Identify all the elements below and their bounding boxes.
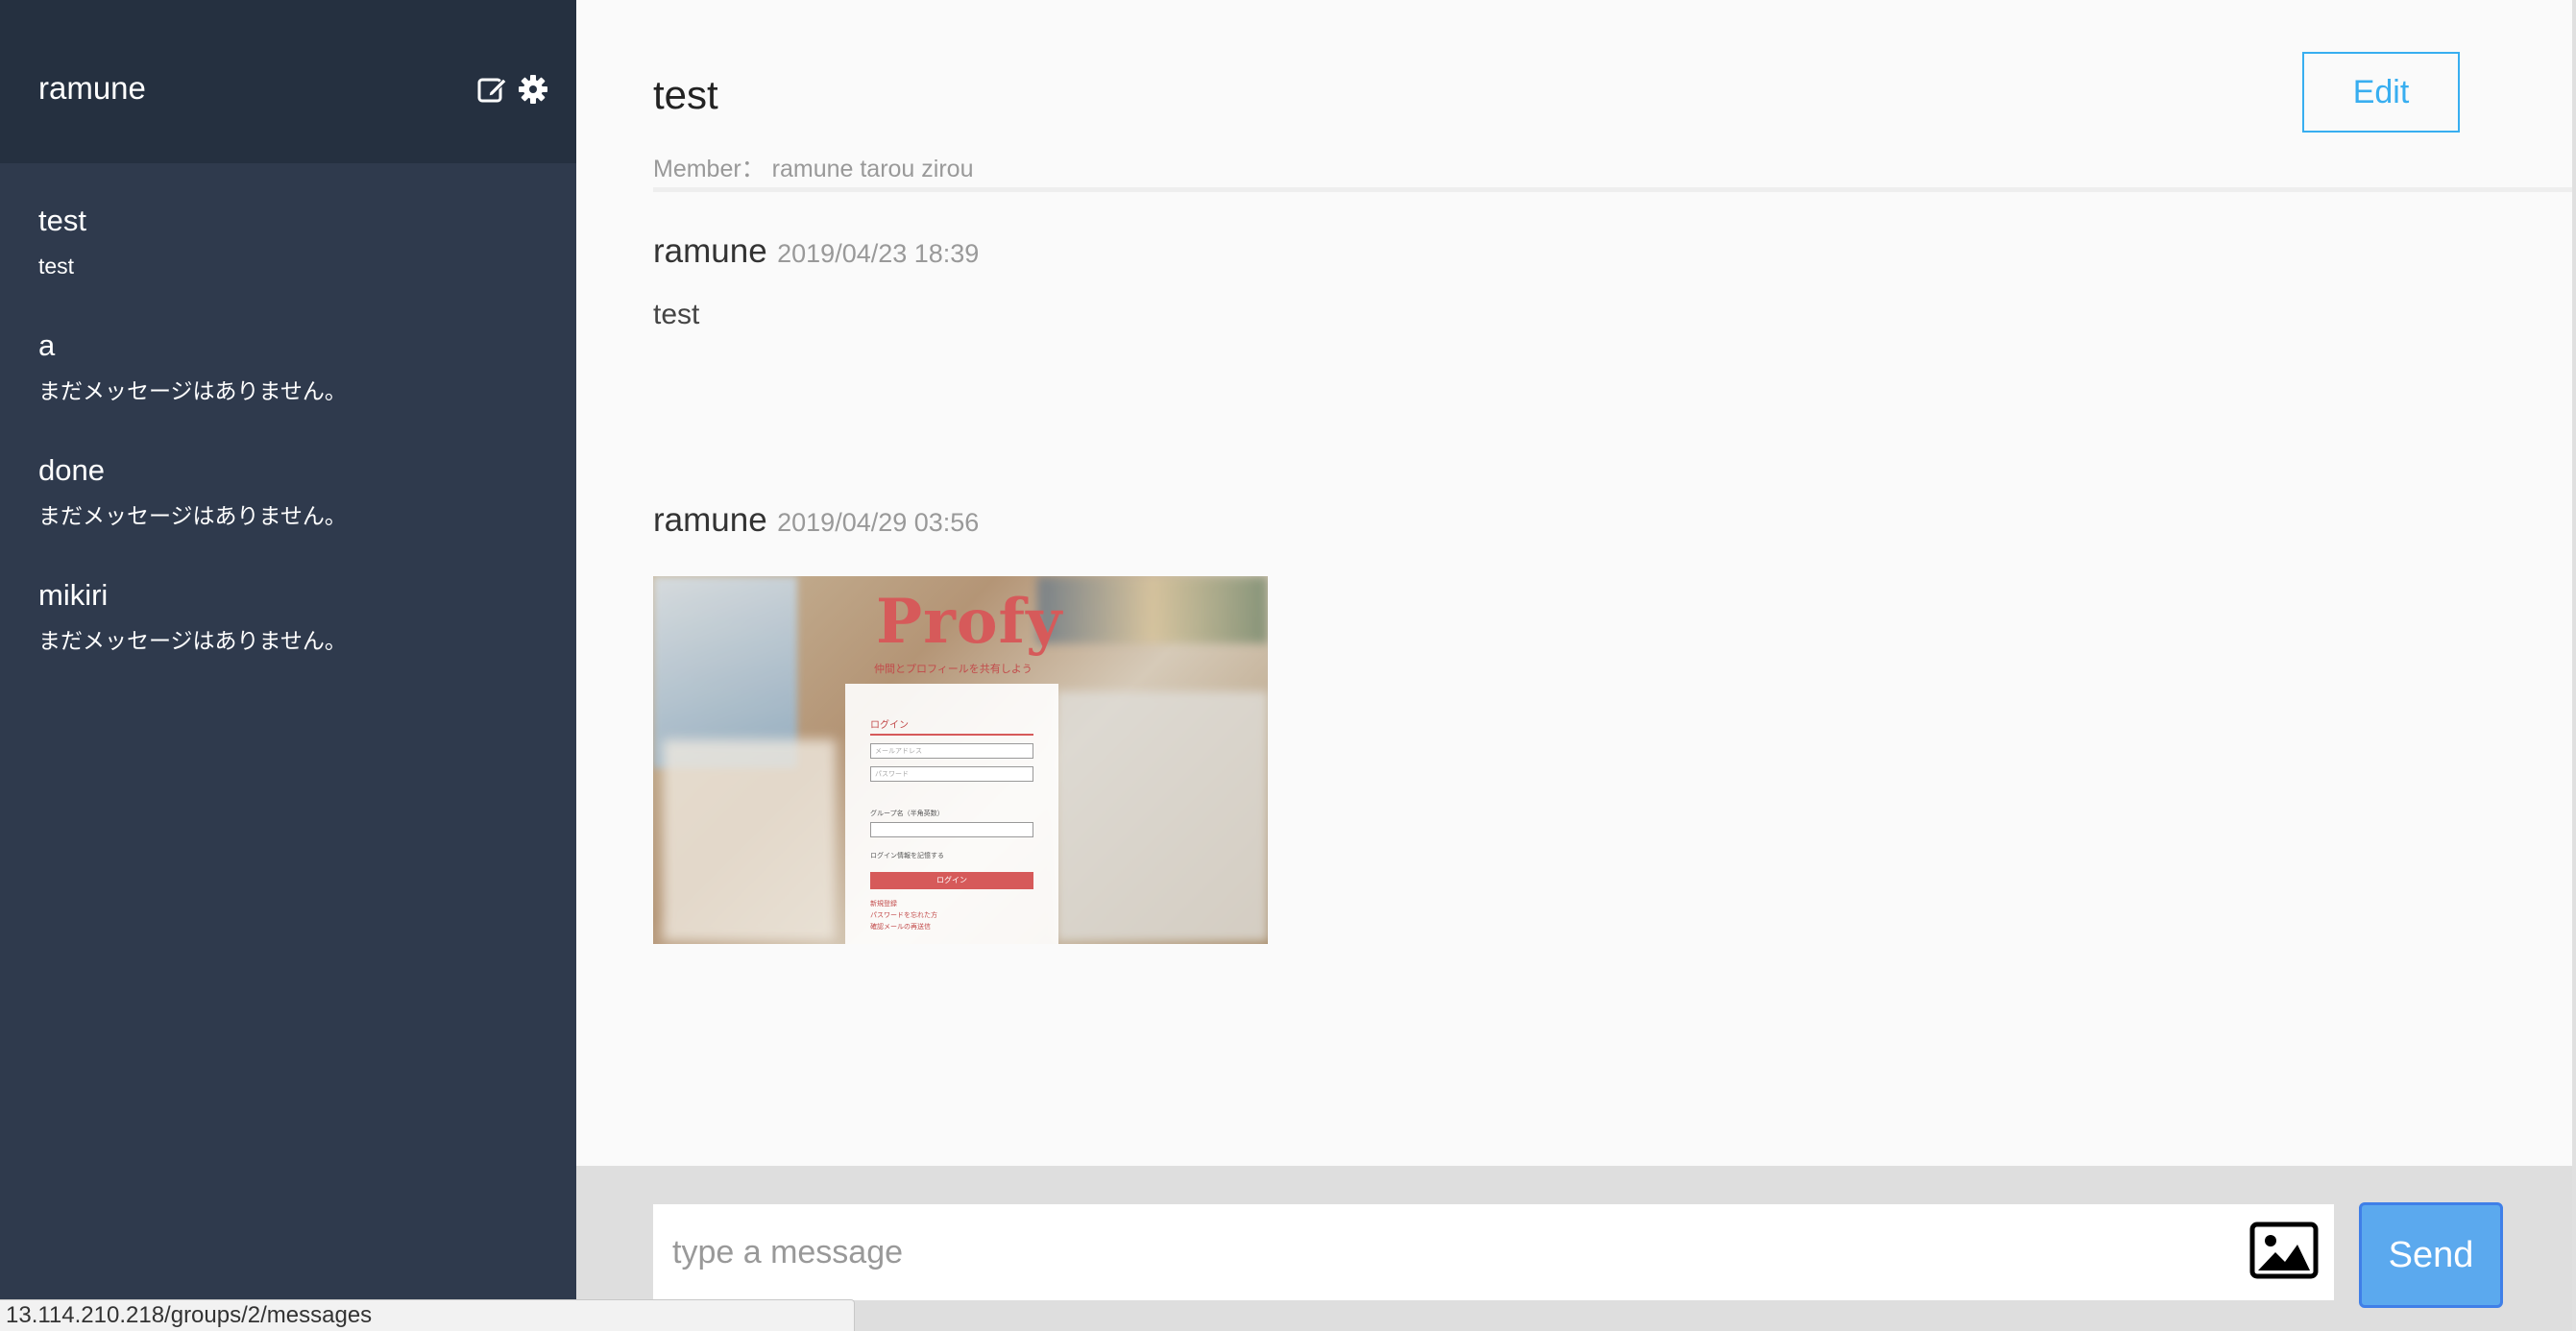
message-user: ramune [653, 232, 767, 270]
image-link: パスワードを忘れた方 [870, 911, 937, 919]
message-text: test [653, 299, 700, 330]
message-form: Send [576, 1166, 2576, 1331]
group-last-message: まだメッセージはありません。 [38, 503, 347, 528]
edit-group-button[interactable]: Edit [2302, 52, 2460, 133]
chat-main: test Member： ramune tarou zirou Edit ram… [576, 0, 2576, 1331]
sidebar: ramune test test a まだメッセージはありません。 done ま… [0, 0, 576, 1331]
message: ramune 2019/04/29 03:56 Profy 仲間とプロフィールを… [653, 490, 2574, 944]
group-item[interactable]: done まだメッセージはありません。 [0, 442, 576, 567]
message-list: ramune 2019/04/23 18:39 test ramune 2019… [653, 221, 2574, 944]
message-meta: ramune 2019/04/23 18:39 [653, 221, 2574, 288]
member-list: Member： ramune tarou zirou [653, 155, 973, 183]
image-logo-text: Profy [876, 586, 1063, 658]
message-date: 2019/04/23 18:39 [777, 239, 980, 268]
group-item[interactable]: a まだメッセージはありません。 [0, 317, 576, 442]
window-edge [2572, 0, 2576, 1331]
image-decoration [1057, 691, 1268, 941]
message: ramune 2019/04/23 18:39 test [653, 221, 2574, 490]
message-input[interactable] [653, 1204, 2334, 1300]
image-decoration [663, 739, 836, 941]
link-status-bar: 13.114.210.218/groups/2/messages [0, 1299, 855, 1331]
group-name: a [38, 328, 56, 362]
send-button[interactable]: Send [2359, 1202, 2503, 1308]
message-meta: ramune 2019/04/29 03:56 [653, 490, 2574, 557]
image-tagline: 仲間とプロフィールを共有しよう [874, 663, 1033, 675]
group-last-message: まだメッセージはありません。 [38, 628, 347, 653]
member-names: ramune tarou zirou [771, 156, 974, 182]
group-last-message: まだメッセージはありません。 [38, 378, 347, 403]
message-user: ramune [653, 501, 767, 539]
sidebar-header-icons [476, 73, 549, 106]
current-user-name: ramune [38, 70, 146, 106]
image-link: 新規登録 [870, 900, 897, 908]
group-name: test [38, 204, 86, 237]
edit-icon[interactable] [476, 73, 509, 106]
image-email-field: メールアドレス [870, 743, 1033, 759]
sidebar-header: ramune [0, 0, 576, 163]
image-remember-label: ログイン情報を記憶する [870, 852, 944, 859]
image-divider [870, 734, 1033, 736]
group-name: done [38, 453, 105, 487]
image-password-field: パスワード [870, 766, 1033, 782]
image-login-title: ログイン [870, 720, 909, 731]
image-group-label: グループ名（半角英数） [870, 810, 944, 817]
image-login-button: ログイン [870, 872, 1033, 889]
chat-app: ramune test test a まだメッセージはありません。 done ま… [0, 0, 2576, 1331]
message-image[interactable]: Profy 仲間とプロフィールを共有しよう ログイン メールアドレス パスワード… [653, 576, 1268, 944]
group-item[interactable]: test test [0, 192, 576, 317]
group-last-message: test [38, 254, 75, 278]
gear-icon[interactable] [517, 73, 549, 106]
group-name: mikiri [38, 578, 109, 612]
image-decoration [1037, 576, 1268, 643]
image-login-card: ログイン メールアドレス パスワード グループ名（半角英数） ログイン情報を記憶… [845, 684, 1058, 944]
image-icon[interactable] [2249, 1222, 2319, 1279]
member-label: Member： [653, 156, 766, 182]
chat-header: test Member： ramune tarou zirou Edit [653, 0, 2576, 192]
image-link: 確認メールの再送信 [870, 923, 931, 931]
message-date: 2019/04/29 03:56 [777, 508, 980, 537]
image-group-field [870, 822, 1033, 837]
group-list: test test a まだメッセージはありません。 done まだメッセージは… [0, 192, 576, 691]
group-item[interactable]: mikiri まだメッセージはありません。 [0, 567, 576, 691]
group-title: test [653, 72, 718, 117]
